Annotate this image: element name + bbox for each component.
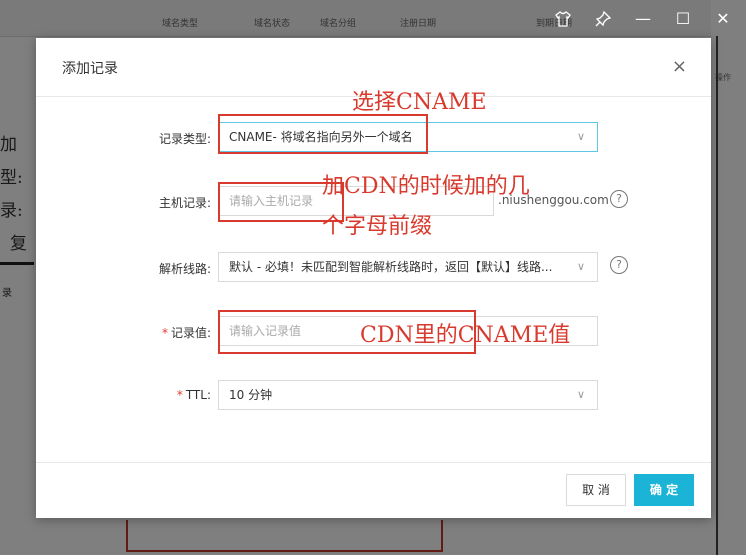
ttl-row: * TTL: 10 分钟 ∨	[36, 380, 711, 412]
annotation-box-record-type	[218, 114, 428, 154]
minimize-button[interactable]: —	[634, 10, 652, 28]
help-icon[interactable]: ?	[610, 190, 628, 208]
resolution-line-select[interactable]: 默认 - 必填！未匹配到智能解析线路时，返回【默认】线路... ∨	[218, 252, 598, 282]
maximize-button[interactable]: ☐	[674, 10, 692, 28]
annotation-cdn-prefix-line1: 加CDN的时候加的几	[322, 174, 530, 199]
host-record-label: 主机记录:	[158, 196, 211, 210]
record-value-label: * 记录值:	[161, 326, 211, 340]
chevron-down-icon: ∨	[576, 260, 585, 273]
annotation-cdn-prefix-line2: 个字母前缀	[322, 214, 433, 239]
window-controls: — ☐ ✕	[554, 10, 732, 28]
dialog-close-button[interactable]: ×	[672, 56, 687, 77]
required-mark: *	[161, 326, 168, 340]
dialog-title: 添加记录	[62, 61, 118, 77]
resolution-line-value: 默认 - 必填！未匹配到智能解析线路时，返回【默认】线路...	[229, 260, 553, 274]
chevron-down-icon: ∨	[576, 130, 585, 143]
annotation-select-cname: 选择CNAME	[352, 90, 487, 115]
shirt-icon[interactable]	[554, 10, 572, 28]
annotation-cdn-cname-value: CDN里的CNAME值	[360, 323, 571, 348]
ttl-select[interactable]: 10 分钟 ∨	[218, 380, 598, 410]
help-icon[interactable]: ?	[610, 256, 628, 274]
pin-icon[interactable]	[594, 10, 612, 28]
ttl-label: * TTL:	[176, 388, 211, 402]
close-window-button[interactable]: ✕	[714, 10, 732, 28]
confirm-button[interactable]: 确 定	[634, 474, 694, 506]
cancel-button[interactable]: 取 消	[566, 474, 626, 506]
ttl-value: 10 分钟	[229, 388, 273, 402]
record-type-label: 记录类型:	[158, 132, 211, 146]
resolution-line-row: 解析线路: 默认 - 必填！未匹配到智能解析线路时，返回【默认】线路... ∨ …	[36, 252, 711, 284]
chevron-down-icon: ∨	[576, 388, 585, 401]
required-mark: *	[176, 388, 183, 402]
resolution-line-label: 解析线路:	[158, 262, 211, 276]
